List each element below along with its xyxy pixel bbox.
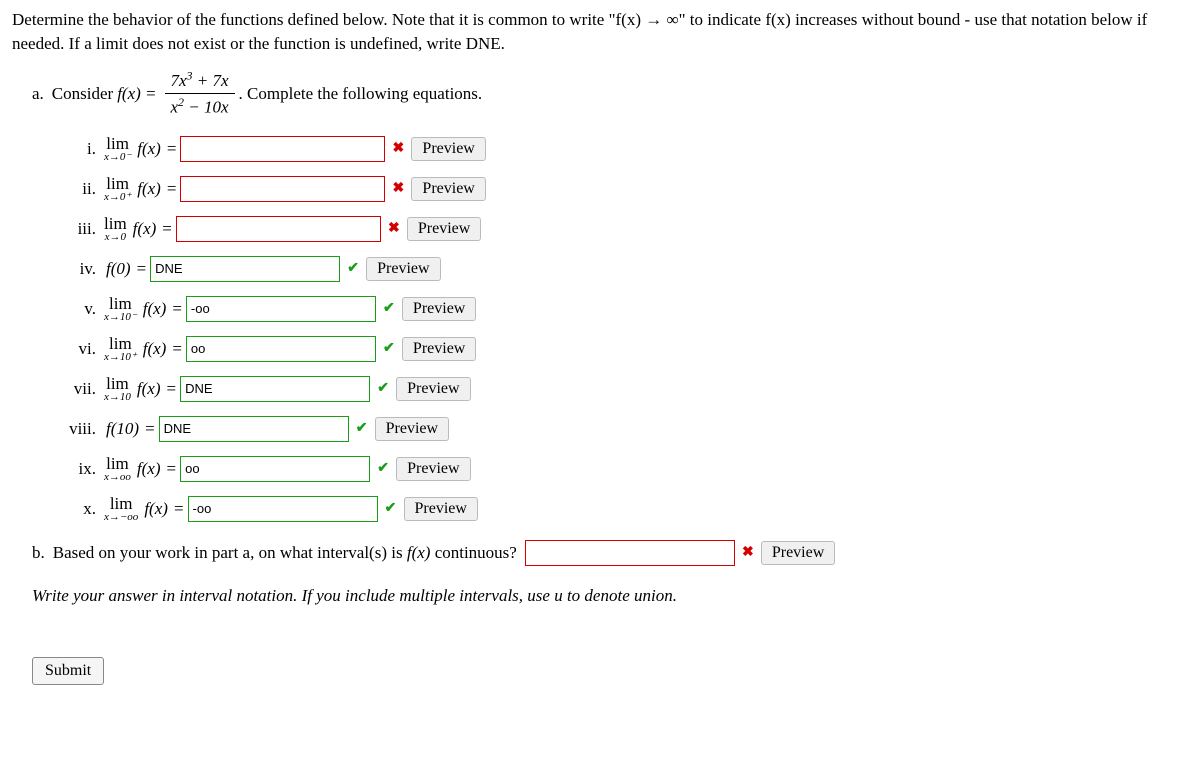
limit-row: vii.limx→10f(x) = ✔Preview	[60, 372, 1188, 406]
limit-notation: limx→0⁻	[104, 135, 131, 163]
limit-row: i.limx→0⁻f(x) = ✖Preview	[60, 132, 1188, 166]
roman-numeral: v.	[60, 297, 104, 321]
limit-row: vi.limx→10⁺f(x) = ✔Preview	[60, 332, 1188, 366]
cross-icon: ✖	[739, 543, 757, 563]
preview-button[interactable]: Preview	[404, 497, 478, 521]
cross-icon: ✖	[389, 179, 407, 199]
check-icon: ✔	[344, 259, 362, 279]
roman-numeral: iii.	[60, 217, 104, 241]
function-label: f(x)	[137, 377, 161, 401]
answer-input[interactable]	[180, 376, 370, 402]
submit-button[interactable]: Submit	[32, 657, 104, 685]
preview-button[interactable]: Preview	[761, 541, 835, 565]
roman-numeral: ii.	[60, 177, 104, 201]
equals-sign: =	[167, 137, 177, 161]
check-icon: ✔	[374, 459, 392, 479]
function-label: f(0)	[106, 257, 131, 281]
equals-sign: =	[167, 377, 177, 401]
part-b-row: b. Based on your work in part a, on what…	[32, 536, 1188, 570]
function-label: f(x)	[137, 137, 161, 161]
part-a: a. Consider f(x) = 7x3 + 7x x2 − 10x . C…	[32, 68, 1188, 120]
limit-row: x.limx→−oof(x) = ✔Preview	[60, 492, 1188, 526]
limit-row: ix.limx→oof(x) = ✔Preview	[60, 452, 1188, 486]
part-b-text: Based on your work in part a, on what in…	[53, 541, 517, 565]
hint-text: Write your answer in interval notation. …	[32, 584, 1188, 608]
function-label: f(10)	[106, 417, 139, 441]
roman-numeral: vii.	[60, 377, 104, 401]
limit-row: iv.f(0) = ✔Preview	[60, 252, 1188, 286]
function-label: f(x)	[133, 217, 157, 241]
cross-icon: ✖	[385, 219, 403, 239]
check-icon: ✔	[380, 339, 398, 359]
function-label: f(x)	[143, 297, 167, 321]
intro-text: Determine the behavior of the functions …	[12, 8, 1188, 56]
check-icon: ✔	[353, 419, 371, 439]
check-icon: ✔	[380, 299, 398, 319]
preview-button[interactable]: Preview	[402, 337, 476, 361]
limit-notation: limx→0⁺	[104, 175, 131, 203]
limit-notation: limx→10⁺	[104, 335, 137, 363]
answer-input[interactable]	[186, 296, 376, 322]
limit-row: viii.f(10) = ✔Preview	[60, 412, 1188, 446]
answer-input[interactable]	[186, 336, 376, 362]
function-label: f(x)	[143, 337, 167, 361]
limit-notation: limx→0	[104, 215, 127, 243]
preview-button[interactable]: Preview	[402, 297, 476, 321]
answer-input[interactable]	[188, 496, 378, 522]
answer-input[interactable]	[176, 216, 381, 242]
function-label: f(x)	[137, 457, 161, 481]
part-b-input[interactable]	[525, 540, 735, 566]
part-b-label: b.	[32, 541, 45, 565]
equals-sign: =	[167, 177, 177, 201]
roman-numeral: viii.	[60, 417, 104, 441]
answer-input[interactable]	[180, 456, 370, 482]
part-a-after: . Complete the following equations.	[239, 82, 483, 106]
limit-notation: limx→10⁻	[104, 295, 137, 323]
function-label: f(x)	[144, 497, 168, 521]
part-a-consider: Consider	[52, 82, 113, 106]
preview-button[interactable]: Preview	[411, 137, 485, 161]
preview-button[interactable]: Preview	[375, 417, 449, 441]
preview-button[interactable]: Preview	[396, 377, 470, 401]
function-label: f(x)	[137, 177, 161, 201]
roman-numeral: ix.	[60, 457, 104, 481]
check-icon: ✔	[382, 499, 400, 519]
equals-sign: =	[172, 337, 182, 361]
preview-button[interactable]: Preview	[366, 257, 440, 281]
equals-sign: =	[167, 457, 177, 481]
limit-notation: limx→oo	[104, 455, 131, 483]
roman-numeral: i.	[60, 137, 104, 161]
preview-button[interactable]: Preview	[396, 457, 470, 481]
roman-numeral: vi.	[60, 337, 104, 361]
limit-row: v.limx→10⁻f(x) = ✔Preview	[60, 292, 1188, 326]
equals-sign: =	[174, 497, 184, 521]
part-a-fx: f(x) =	[117, 82, 156, 106]
limit-row: ii.limx→0⁺f(x) = ✖Preview	[60, 172, 1188, 206]
roman-numeral: x.	[60, 497, 104, 521]
limit-notation: limx→10	[104, 375, 131, 403]
limit-notation: limx→−oo	[104, 495, 138, 523]
cross-icon: ✖	[389, 139, 407, 159]
answer-input[interactable]	[180, 176, 385, 202]
equals-sign: =	[172, 297, 182, 321]
preview-button[interactable]: Preview	[407, 217, 481, 241]
answer-input[interactable]	[159, 416, 349, 442]
answer-input[interactable]	[180, 136, 385, 162]
equals-sign: =	[145, 417, 155, 441]
part-a-label: a.	[32, 82, 44, 106]
roman-numeral: iv.	[60, 257, 104, 281]
equals-sign: =	[162, 217, 172, 241]
preview-button[interactable]: Preview	[411, 177, 485, 201]
equals-sign: =	[137, 257, 147, 281]
answer-input[interactable]	[150, 256, 340, 282]
part-a-fraction: 7x3 + 7x x2 − 10x	[165, 68, 235, 120]
check-icon: ✔	[374, 379, 392, 399]
limit-row: iii.limx→0 f(x) = ✖Preview	[60, 212, 1188, 246]
